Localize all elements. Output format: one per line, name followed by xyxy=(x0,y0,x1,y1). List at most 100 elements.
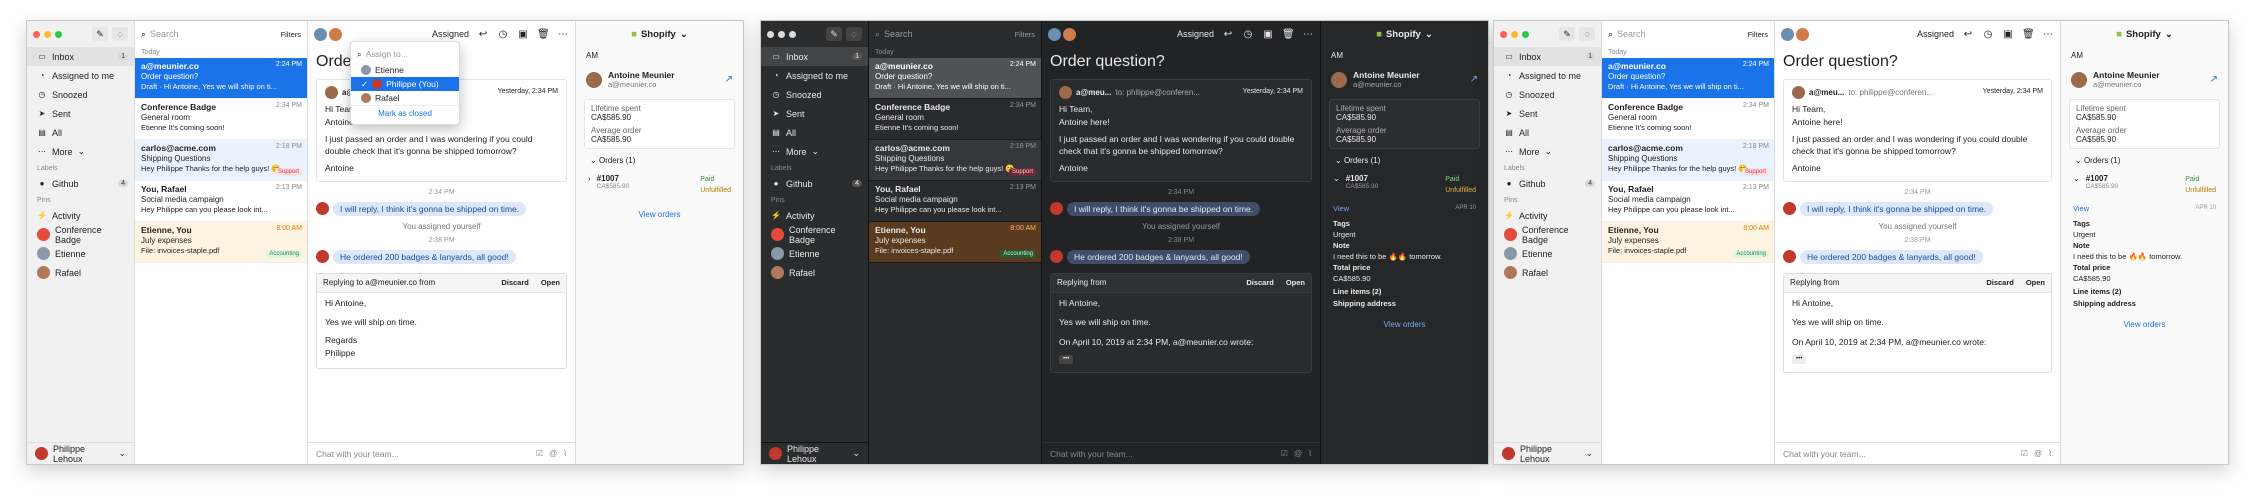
sidebar-item-inbox[interactable]: ▭ Inbox 1 xyxy=(761,47,868,66)
list-item[interactable]: Conference Badge 2:34 PM General room Etien… xyxy=(869,99,1041,140)
trash-icon[interactable]: 🗑 xyxy=(2022,29,2035,40)
tab-am[interactable]: AM xyxy=(576,47,743,64)
shipping-toggle[interactable]: Shipping address xyxy=(2073,299,2216,310)
sidebar-item-all[interactable]: ▤ All xyxy=(1494,123,1601,142)
mention-icon[interactable]: @ xyxy=(2034,449,2042,458)
list-item[interactable]: Etienne, You 8:00 AM July expenses File: in… xyxy=(135,222,307,263)
reply-draft[interactable]: Replying from Discard Open Hi Antoine, Yes… xyxy=(1050,272,1312,373)
sidebar-item-conference[interactable]: Conference Badge xyxy=(761,225,868,245)
sidebar-item-etienne[interactable]: Etienne xyxy=(761,244,868,263)
list-item[interactable]: Etienne, You 8:00 AM July expenses File: in… xyxy=(1602,222,1774,263)
minimize-window-icon[interactable] xyxy=(1511,30,1518,38)
list-item[interactable]: You, Rafael 2:13 PM Social media campaign H… xyxy=(135,181,307,222)
chat-composer[interactable]: Chat with your team... ☑ @ ⌇ xyxy=(1042,442,1320,464)
composer-input[interactable]: Chat with your team... xyxy=(1050,449,1133,459)
minimize-window-icon[interactable] xyxy=(44,30,51,38)
assignee-avatar[interactable] xyxy=(314,27,327,41)
sidebar-item-sent[interactable]: ➤ Sent xyxy=(1494,104,1601,123)
list-item[interactable]: carlos@acme.com 2:18 PM Shipping Questions… xyxy=(135,140,307,181)
shopify-header[interactable]: ■ Shopify ⌄ xyxy=(2061,21,2228,47)
line-items-toggle[interactable]: Line items (2) xyxy=(2073,287,2216,298)
sidebar-item-more[interactable]: ⋯ More ⌄ xyxy=(761,142,868,161)
chat-composer[interactable]: Chat with your team... ☑ @ ⌇ xyxy=(1775,442,2060,464)
sidebar-item-activity[interactable]: ⚡ Activity xyxy=(27,206,134,225)
sidebar-item-etienne[interactable]: Etienne xyxy=(27,244,134,263)
sidebar-item-sent[interactable]: ➤ Sent xyxy=(27,104,134,123)
order-row[interactable]: ⌄ #1007 CA$585.90 Paid Unfulfilled xyxy=(2061,168,2228,202)
archive-icon[interactable]: ▣ xyxy=(517,29,529,40)
more-icon[interactable]: ⋯ xyxy=(1302,29,1314,40)
filters-button[interactable]: Filters xyxy=(1015,30,1035,39)
sidebar-item-assigned[interactable]: ◔ Assigned to me xyxy=(1494,66,1601,85)
assigned-label[interactable]: Assigned xyxy=(1917,29,1954,39)
filters-button[interactable]: Filters xyxy=(1748,30,1768,39)
discard-button[interactable]: Discard xyxy=(1246,277,1274,288)
assign-option-rafael[interactable]: Rafael xyxy=(351,91,459,105)
checkbox-icon[interactable]: ☑ xyxy=(2021,449,2028,458)
sidebar-item-activity[interactable]: ⚡ Activity xyxy=(761,206,868,225)
trash-icon[interactable]: 🗑 xyxy=(537,29,550,40)
sidebar-item-rafael[interactable]: Rafael xyxy=(761,263,868,282)
sidebar-item-conference[interactable]: Conference Badge xyxy=(1494,225,1601,245)
assign-search[interactable]: ⌕ Assign to... xyxy=(351,45,459,63)
shopify-header[interactable]: ■ Shopify ⌄ xyxy=(1321,21,1488,47)
list-item[interactable]: Conference Badge 2:34 PM General room Etien… xyxy=(1602,99,1774,140)
sidebar-item-all[interactable]: ▤ All xyxy=(761,123,868,142)
sidebar-item-more[interactable]: ⋯ More ⌄ xyxy=(27,142,134,161)
composer-input[interactable]: Chat with your team... xyxy=(1783,449,1866,459)
maximize-window-icon[interactable] xyxy=(789,30,796,38)
search-input[interactable]: Search xyxy=(884,29,913,39)
view-orders-link[interactable]: View orders xyxy=(576,210,743,219)
reply-draft[interactable]: Replying from Discard Open Hi Antoine, Yes… xyxy=(1783,272,2052,373)
attach-icon[interactable]: ⌇ xyxy=(2048,449,2052,458)
list-item[interactable]: Conference Badge 2:34 PM General room Etien… xyxy=(135,99,307,140)
assigned-label[interactable]: Assigned xyxy=(1177,29,1214,39)
list-item[interactable]: You, Rafael 2:13 PM Social media campaign H… xyxy=(1602,181,1774,222)
checkbox-icon[interactable]: ☑ xyxy=(1281,449,1288,458)
user-menu[interactable]: Philippe Lehoux ⌄ xyxy=(1494,442,1601,464)
trash-icon[interactable]: 🗑 xyxy=(1282,29,1295,40)
open-button[interactable]: Open xyxy=(541,277,560,288)
discard-button[interactable]: Discard xyxy=(1986,277,2014,288)
sidebar-item-github[interactable]: ● Github 4 xyxy=(27,174,134,193)
reply-icon[interactable]: ↩ xyxy=(1962,29,1974,40)
orders-heading[interactable]: ⌄ Orders (1) xyxy=(576,153,743,168)
reply-icon[interactable]: ↩ xyxy=(477,29,489,40)
tab-am[interactable]: AM xyxy=(2061,47,2228,64)
sidebar-item-snoozed[interactable]: ◷ Snoozed xyxy=(1494,85,1601,104)
chat-icon[interactable]: ◌ xyxy=(846,27,862,41)
assigned-label[interactable]: Assigned xyxy=(432,29,469,39)
maximize-window-icon[interactable] xyxy=(1522,30,1529,38)
search-input[interactable]: Search xyxy=(150,29,179,39)
sidebar-item-sent[interactable]: ➤ Sent xyxy=(761,104,868,123)
list-item[interactable]: a@meunier.co 2:24 PM Order question? Draft … xyxy=(1602,58,1774,99)
user-menu[interactable]: Philippe Lehoux ⌄ xyxy=(761,442,868,464)
orders-heading[interactable]: ⌄ Orders (1) xyxy=(1321,153,1488,168)
close-window-icon[interactable] xyxy=(1500,30,1507,38)
order-row[interactable]: ⌄ #1007 CA$585.90 Paid Unfulfilled xyxy=(1321,168,1488,202)
snooze-icon[interactable]: ◷ xyxy=(1242,29,1254,40)
archive-icon[interactable]: ▣ xyxy=(1262,29,1274,40)
mention-icon[interactable]: @ xyxy=(549,449,557,458)
sidebar-item-all[interactable]: ▤ All xyxy=(27,123,134,142)
view-orders-link[interactable]: View orders xyxy=(2061,320,2228,329)
discard-button[interactable]: Discard xyxy=(501,277,529,288)
chat-icon[interactable]: ◌ xyxy=(112,27,128,41)
open-button[interactable]: Open xyxy=(1286,277,1305,288)
compose-icon[interactable]: ✎ xyxy=(1559,27,1575,41)
sidebar-item-inbox[interactable]: ▭ Inbox 1 xyxy=(27,47,134,66)
expand-quote-button[interactable]: ••• xyxy=(1792,355,1807,364)
reply-draft[interactable]: Replying to a@meunier.co from Discard Open… xyxy=(316,272,567,369)
sidebar-item-snoozed[interactable]: ◷ Snoozed xyxy=(27,85,134,104)
maximize-window-icon[interactable] xyxy=(55,30,62,38)
chat-icon[interactable]: ◌ xyxy=(1579,27,1595,41)
sidebar-item-assigned[interactable]: ◔ Assigned to me xyxy=(761,66,868,85)
more-icon[interactable]: ⋯ xyxy=(2042,29,2054,40)
reply-icon[interactable]: ↩ xyxy=(1222,29,1234,40)
attach-icon[interactable]: ⌇ xyxy=(563,449,567,458)
list-item[interactable]: carlos@acme.com 2:18 PM Shipping Questions… xyxy=(869,140,1041,181)
list-item[interactable]: You, Rafael 2:13 PM Social media campaign H… xyxy=(869,181,1041,222)
assign-option-etienne[interactable]: Etienne xyxy=(351,63,459,77)
external-link-icon[interactable]: ↗ xyxy=(725,74,733,85)
view-link[interactable]: View xyxy=(2073,204,2089,215)
